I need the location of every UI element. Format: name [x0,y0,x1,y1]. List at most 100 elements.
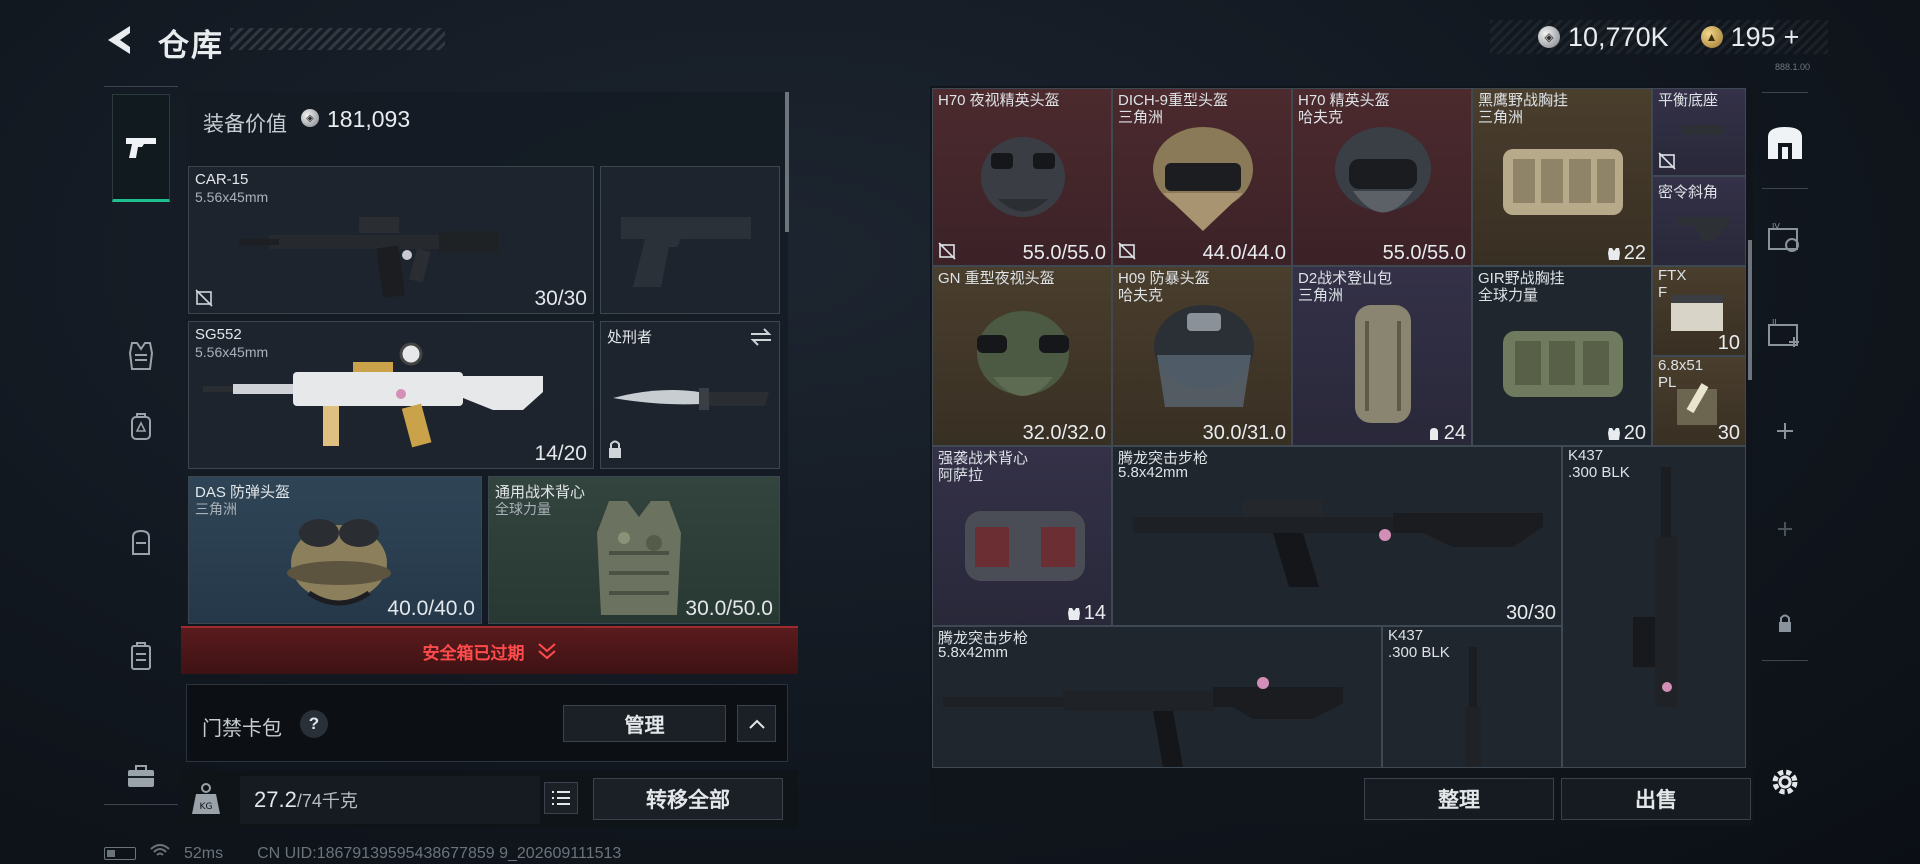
item-durability: 30.0/31.0 [1202,422,1286,444]
vest-icon [1067,607,1080,620]
item-capacity: 14 [1067,602,1106,625]
transfer-all-button[interactable]: 转移全部 [593,778,783,820]
add-stash-tab-button[interactable] [1762,416,1808,446]
no-insure-icon [1658,152,1676,170]
stash-item[interactable]: K437 .300 BLK [1562,446,1746,768]
stash-item[interactable]: D2战术登山包 三角洲 24 [1292,266,1472,446]
battery-icon [104,847,136,860]
no-insure-icon [1118,242,1136,260]
sort-button[interactable]: 整理 [1364,778,1554,820]
helmet-image [1154,305,1254,407]
helmet-origin: 三角洲 [195,501,237,517]
item-ammo: 30/30 [1505,602,1556,624]
helmet-slot[interactable]: DAS 防弹头盔 三角洲 40.0/40.0 [188,476,482,624]
chest-rig-image [1503,149,1623,215]
loadout-scrollbar[interactable] [785,92,789,232]
weight-current: 27.2 [254,787,297,812]
helmet-image [981,137,1065,217]
collapse-button[interactable] [737,705,776,742]
item-origin: 全球力量 [1478,287,1539,304]
storage-box-icon: II [1768,318,1799,347]
weight-icon: KG [191,782,221,816]
stash-item[interactable]: FTX F 10 [1652,266,1746,356]
locked-stash-tab[interactable] [1762,608,1808,638]
item-origin: F [1658,284,1668,301]
uid-text: CN UID:18679139595438677859 9_2026091115… [257,844,622,862]
item-name: H70 夜视精英头盔 [938,92,1060,109]
stash-item[interactable]: DICH-9重型头盔 三角洲 44.0/44.0 [1112,88,1292,266]
value-coin-icon: ◈ [301,109,319,127]
manage-button[interactable]: 管理 [563,705,726,742]
title-decoration [230,28,445,50]
stash-scrollbar[interactable] [1748,240,1752,380]
stash-item[interactable]: GN 重型夜视头盔 32.0/32.0 [932,266,1112,446]
no-insure-icon [195,289,213,307]
stash-tab-main[interactable] [1762,118,1808,166]
stash-item[interactable]: 腾龙突击步枪 5.8x42mm [932,626,1382,768]
item-name: FTX [1658,267,1687,284]
currency-bar: ◈ 10,770K ▲ 195 + [1490,20,1828,54]
sell-button[interactable]: 出售 [1561,778,1751,820]
item-origin: 阿萨拉 [938,467,984,484]
helmet-image [287,519,391,606]
melee-slot[interactable]: 处刑者 [600,321,780,469]
stash-item[interactable]: 密令斜角 [1652,176,1746,266]
add-stash-tab-button-disabled[interactable] [1762,514,1808,544]
stash-item[interactable]: H70 精英头盔 哈夫克 55.0/55.0 [1292,88,1472,266]
pistol-slot[interactable] [600,166,780,314]
stash-item[interactable]: 腾龙突击步枪 5.8x42mm 30/30 [1112,446,1562,626]
item-durability: 55.0/55.0 [1382,242,1466,264]
list-view-button[interactable] [544,782,578,814]
rail-tab-bag[interactable] [112,502,170,582]
item-name: 平衡底座 [1658,92,1719,109]
silver-coin-icon: ◈ [1538,26,1560,48]
knife-image [613,388,769,410]
help-button[interactable]: ? [300,710,328,738]
stash-item[interactable]: K437 .300 BLK [1382,626,1562,768]
stash-item[interactable]: 平衡底座 [1652,88,1746,176]
stash-item[interactable]: 黑鹰野战胸挂 三角洲 22 [1472,88,1652,266]
pistol-icon [126,138,156,158]
primary-weapon-ammo: 30/30 [534,287,587,310]
stash-tab-3[interactable]: II [1762,312,1808,356]
secondary-weapon-slot[interactable]: SG552 5.56x45mm 14/20 [188,321,594,469]
stash-item[interactable]: GIR野战胸挂 全球力量 20 [1472,266,1652,446]
keycard-pack-label: 门禁卡包 [202,718,282,740]
attachment-image [1681,125,1723,135]
stash-item[interactable]: H09 防暴头盔 哈夫克 30.0/31.0 [1112,266,1292,446]
gear-icon [1772,769,1798,795]
chevron-down-icon [537,643,556,660]
item-capacity-value: 24 [1443,422,1466,444]
list-icon [552,791,570,805]
stash-item[interactable]: 强袭战术背心 阿萨拉 14 [932,446,1112,626]
no-insure-icon [938,242,956,260]
svg-text:KG: KG [200,802,213,812]
status-bar: 52ms CN UID:18679139595438677859 9_20260… [104,844,621,863]
svg-text:IV: IV [1772,222,1780,231]
swap-icon[interactable] [749,328,773,351]
ping-text: 52ms [184,844,224,862]
stash-item[interactable]: H70 夜视精英头盔 55.0/55.0 [932,88,1112,266]
silver-amount: 10,770K [1568,21,1669,52]
back-arrow-icon [108,26,130,54]
primary-weapon-slot[interactable]: CAR-15 5.56x45mm 30/30 [188,166,594,314]
gold-topup-button[interactable]: + [1784,22,1800,53]
armor-origin: 全球力量 [495,501,551,517]
safebox-expired-bar[interactable]: 安全箱已过期 [181,626,798,674]
weight-readout: 27.2/74千克 [254,787,358,813]
armor-durability: 30.0/50.0 [685,597,773,620]
melee-name: 处刑者 [607,329,653,346]
page-title: 仓库 [158,28,224,63]
rail-tab-container[interactable] [112,616,170,696]
rail-tab-weapons[interactable] [112,94,170,202]
item-capacity-value: 20 [1623,422,1646,444]
armor-slot[interactable]: 通用战术背心 全球力量 30.0/50.0 [488,476,780,624]
stash-tab-2[interactable]: IV [1762,216,1808,260]
back-button[interactable] [100,20,140,60]
ammo-box-image [1671,295,1723,331]
rail-tab-backpack[interactable] [112,386,170,466]
settings-button[interactable] [1762,762,1808,802]
plus-icon [1777,423,1793,439]
stash-item[interactable]: 6.8x51 PL 30 [1652,356,1746,446]
category-rail [104,86,178,806]
